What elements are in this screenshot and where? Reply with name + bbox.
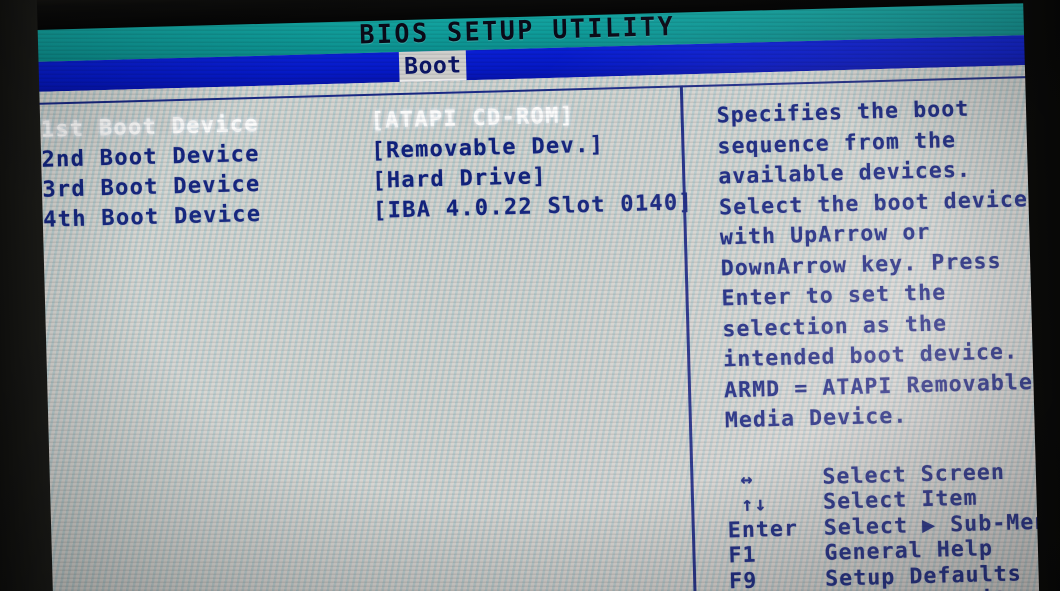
bios-screen: BIOS SETUP UTILITY Boot 1st Boot Device 2… bbox=[0, 0, 1060, 591]
left-right-arrow-icon: ↔ bbox=[740, 466, 754, 491]
help-panel: Specifies the boot sequence from the avail… bbox=[690, 88, 1060, 591]
boot-device-label-column: 1st Boot Device 2nd Boot Device 3rd Boot D… bbox=[34, 107, 368, 591]
tab-boot[interactable]: Boot bbox=[398, 50, 467, 83]
monitor-photo: BIOS SETUP UTILITY Boot 1st Boot Device 2… bbox=[0, 0, 1060, 591]
boot-device-value-column: [ATAPI CD-ROM] [Removable Dev.] [Hard Driv… bbox=[354, 98, 704, 591]
boot-order-panel: 1st Boot Device 2nd Boot Device 3rd Boot D… bbox=[6, 98, 703, 591]
up-down-arrow-icon: ↑↓ bbox=[740, 491, 768, 516]
enter-key: Enter bbox=[727, 515, 799, 543]
content-area: 1st Boot Device 2nd Boot Device 3rd Boot D… bbox=[0, 64, 1060, 591]
f9-key: F9 bbox=[728, 568, 758, 591]
help-text: Specifies the boot sequence from the avail… bbox=[716, 92, 1060, 436]
f1-key: F1 bbox=[728, 542, 757, 569]
key-legend: ↔ Select Screen ↑↓ Select Item Enter Select ▶… bbox=[726, 458, 1060, 591]
